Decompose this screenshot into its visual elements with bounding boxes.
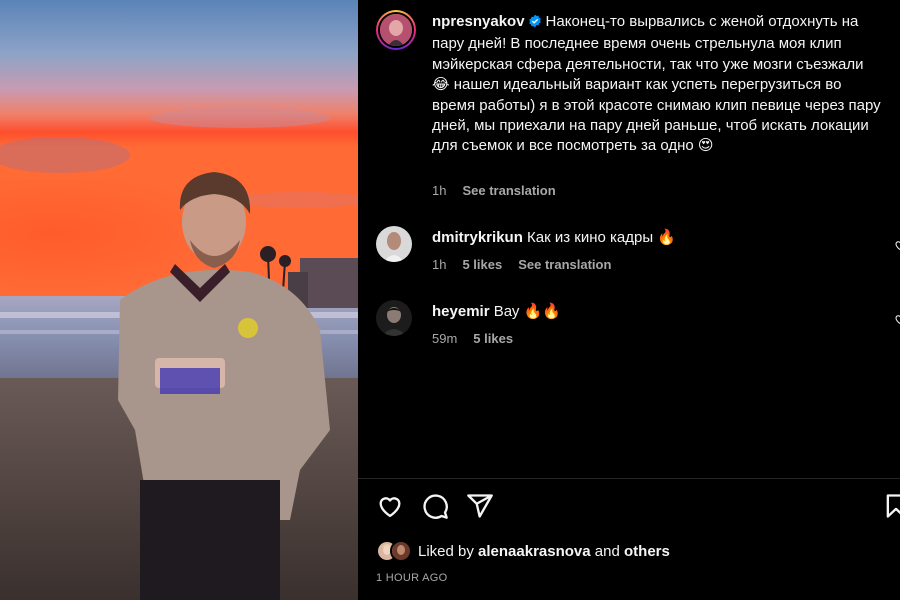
post-timestamp[interactable]: 1 HOUR AGO (376, 572, 447, 584)
caption-time: 1h (432, 183, 447, 198)
like-button[interactable] (376, 492, 404, 520)
comment-avatar[interactable] (376, 300, 412, 336)
comment-time: 59m (432, 331, 458, 346)
comment-bubble-icon (423, 494, 448, 519)
comment-likes[interactable]: 5 likes (473, 331, 513, 346)
comment-time: 1h (432, 257, 447, 272)
share-button[interactable] (466, 492, 494, 520)
bookmark-icon (886, 494, 900, 518)
comment-item: heyemir Вау 🔥🔥 (432, 302, 561, 320)
post-panel: npresnyakov Наконец-то вырвались с женой … (358, 0, 900, 600)
comment-username[interactable]: dmitrykrikun (432, 229, 523, 246)
post-caption: npresnyakov Наконец-то вырвались с женой … (432, 12, 884, 157)
comment-meta: 59m 5 likes (432, 331, 513, 346)
comment-username[interactable]: heyemir (432, 303, 490, 320)
commenter-avatar-image (376, 226, 412, 262)
comment-meta: 1h 5 likes See translation (432, 257, 611, 272)
liked-by-others[interactable]: others (624, 543, 670, 560)
comment-likes[interactable]: 5 likes (462, 257, 502, 272)
save-button[interactable] (882, 492, 900, 520)
comment-like-heart-icon[interactable] (888, 238, 900, 250)
comment-avatar[interactable] (376, 226, 412, 262)
comment-button[interactable] (421, 492, 449, 520)
commenter-avatar-image (376, 300, 412, 336)
caption-meta: 1h See translation (432, 183, 556, 198)
paper-plane-icon (467, 494, 493, 518)
comment-text: Как из кино кадры 🔥 (527, 229, 676, 246)
comment-item: dmitrykrikun Как из кино кадры 🔥 (432, 228, 676, 246)
liked-by: Liked by alenaakrasnova and others (376, 540, 900, 562)
heart-icon (379, 497, 401, 518)
comment-see-translation[interactable]: See translation (518, 257, 611, 272)
liked-by-and: and (594, 542, 620, 560)
post-actions (376, 492, 900, 524)
verified-badge-icon (528, 14, 542, 34)
liked-by-text: Liked by alenaakrasnova and others (418, 543, 670, 560)
author-avatar[interactable] (376, 10, 416, 50)
author-username[interactable]: npresnyakov (432, 13, 525, 30)
post-photo[interactable] (0, 0, 358, 600)
sunset-beach-image (0, 0, 358, 600)
caption-see-translation[interactable]: See translation (462, 183, 555, 198)
author-avatar-image (380, 14, 412, 46)
comment-like-heart-icon[interactable] (888, 312, 900, 324)
liked-by-username[interactable]: alenaakrasnova (478, 543, 591, 560)
liked-by-prefix: Liked by (418, 542, 474, 560)
caption-text: Наконец-то вырвались с женой отдохнуть н… (432, 13, 881, 155)
actions-divider (358, 478, 900, 479)
liker-avatar[interactable] (390, 540, 412, 562)
comment-text: Вау 🔥🔥 (493, 303, 561, 320)
